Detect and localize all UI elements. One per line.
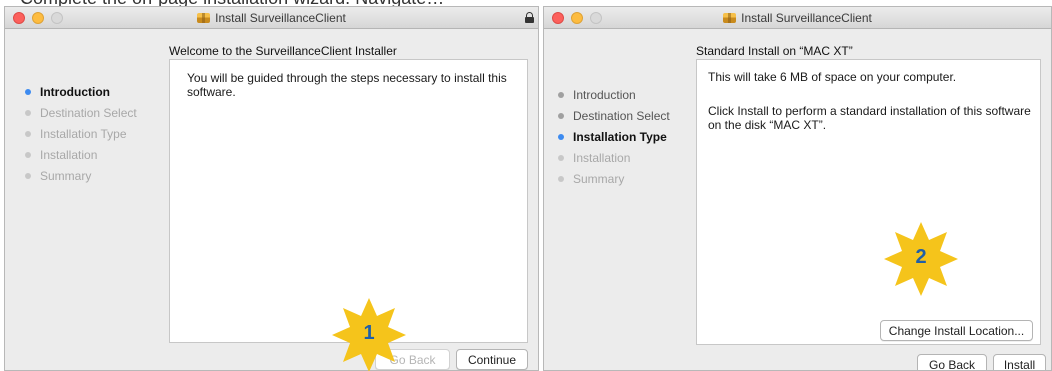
- step-dot: [558, 154, 564, 161]
- badge-number: 2: [915, 246, 927, 268]
- window-title: Install SurveillanceClient: [5, 11, 538, 25]
- pane-heading: Standard Install on “MAC XT”: [696, 44, 853, 58]
- step-dot: [558, 112, 564, 119]
- step-dot: [25, 172, 31, 179]
- step-destination-select: Destination Select: [25, 102, 137, 123]
- step-summary: Summary: [558, 168, 670, 189]
- step-label: Destination Select: [40, 105, 137, 120]
- step-label: Installation: [573, 150, 631, 165]
- step-dot: [25, 109, 31, 116]
- pane-heading: Welcome to the SurveillanceClient Instal…: [169, 44, 397, 58]
- intro-text: You will be guided through the steps nec…: [187, 71, 507, 99]
- window-title-text: Install SurveillanceClient: [215, 11, 346, 25]
- change-install-location-button[interactable]: Change Install Location...: [880, 320, 1033, 341]
- step-dot: [25, 88, 31, 95]
- step-installation: Installation: [25, 144, 137, 165]
- install-button[interactable]: Install: [993, 354, 1046, 370]
- installer-window-installation-type: Install SurveillanceClient Standard Inst…: [543, 6, 1052, 371]
- step-installation: Installation: [558, 147, 670, 168]
- step-label: Installation Type: [40, 126, 127, 141]
- package-icon: [197, 13, 211, 23]
- step-dot: [558, 133, 564, 140]
- go-back-button[interactable]: Go Back: [917, 354, 987, 370]
- installer-steps: Introduction Destination Select Installa…: [558, 84, 670, 189]
- install-instructions-text: Click Install to perform a standard inst…: [708, 104, 1031, 132]
- step-dot: [25, 151, 31, 158]
- window-title: Install SurveillanceClient: [544, 11, 1051, 25]
- step-introduction: Introduction: [25, 81, 137, 102]
- title-bar: Install SurveillanceClient: [5, 7, 538, 29]
- step-marker-badge-2: 2: [882, 220, 960, 298]
- step-label: Summary: [40, 168, 92, 183]
- step-dot: [558, 91, 564, 98]
- step-label: Summary: [573, 171, 625, 186]
- step-label: Installation: [40, 147, 98, 162]
- step-dot: [25, 130, 31, 137]
- step-summary: Summary: [25, 165, 137, 186]
- window-title-text: Install SurveillanceClient: [741, 11, 872, 25]
- step-installation-type: Installation Type: [558, 126, 670, 147]
- installer-steps: Introduction Destination Select Installa…: [25, 81, 137, 186]
- step-installation-type: Installation Type: [25, 123, 137, 144]
- step-marker-badge-1: 1: [330, 296, 408, 371]
- step-label: Introduction: [573, 87, 636, 102]
- installer-window-intro: Install SurveillanceClient Welcome to th…: [4, 6, 539, 371]
- step-label: Introduction: [40, 84, 110, 99]
- continue-button[interactable]: Continue: [456, 349, 528, 370]
- space-required-text: This will take 6 MB of space on your com…: [708, 70, 957, 84]
- step-destination-select: Destination Select: [558, 105, 670, 126]
- package-icon: [723, 13, 737, 23]
- badge-number: 1: [363, 322, 375, 344]
- content-pane: This will take 6 MB of space on your com…: [696, 59, 1041, 345]
- step-label: Installation Type: [573, 129, 667, 144]
- step-label: Destination Select: [573, 108, 670, 123]
- title-bar: Install SurveillanceClient: [544, 7, 1051, 29]
- lock-icon: [525, 12, 534, 23]
- step-dot: [558, 175, 564, 182]
- step-introduction: Introduction: [558, 84, 670, 105]
